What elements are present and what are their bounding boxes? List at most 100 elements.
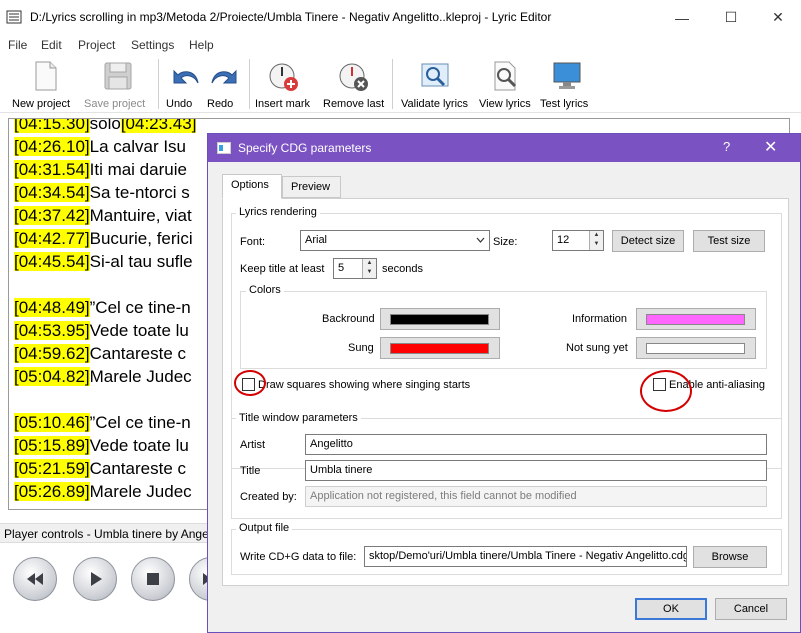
keep-title-spinner[interactable]: ▲ ▼	[362, 259, 376, 278]
save-project-button[interactable]: Save project	[84, 59, 152, 113]
tab-options[interactable]: Options	[222, 174, 282, 199]
sung-color-button[interactable]	[380, 337, 500, 359]
validate-lyrics-button[interactable]: Validate lyrics	[401, 59, 469, 113]
spin-up-icon: ▲	[366, 260, 373, 266]
player-controls	[0, 543, 233, 633]
undo-button[interactable]: Undo	[166, 59, 204, 113]
spin-down-icon: ▼	[366, 269, 373, 275]
menubar: File Edit Project Settings Help	[0, 35, 801, 55]
keep-title-label: Keep title at least	[240, 263, 325, 275]
information-label: Information	[572, 313, 628, 325]
not-sung-label: Not sung yet	[566, 342, 628, 354]
lyric-line: [04:15.30]solo[04:23.43]	[14, 119, 197, 134]
play-icon	[91, 572, 102, 586]
seconds-label: seconds	[382, 263, 423, 275]
font-select[interactable]: Arial	[300, 230, 490, 251]
size-spinner[interactable]: ▲ ▼	[589, 231, 603, 250]
menu-project[interactable]: Project	[78, 38, 115, 52]
output-path-field[interactable]: sktop/Demo'uri/Umbla tinere/Umbla Tinere…	[364, 546, 687, 567]
not-sung-color-button[interactable]	[636, 337, 756, 359]
detect-size-button[interactable]: Detect size	[612, 230, 684, 252]
lyric-line: [05:26.89]Marele Judec	[14, 482, 192, 501]
sung-label: Sung	[348, 342, 374, 354]
title-window-label: Title window parameters	[236, 412, 361, 424]
help-button[interactable]: ?	[723, 139, 730, 154]
new-project-button[interactable]: New project	[12, 59, 78, 113]
player-controls-label: Player controls - Umbla tinere by Angeli…	[0, 523, 210, 543]
stopwatch-remove-icon	[339, 63, 368, 91]
stop-button[interactable]	[131, 557, 175, 601]
window-title: D:/Lyrics scrolling in mp3/Metoda 2/Proi…	[30, 10, 552, 24]
lyric-line: [04:26.10]La calvar Isu	[14, 137, 187, 156]
backround-color-button[interactable]	[380, 308, 500, 330]
window-titlebar: D:/Lyrics scrolling in mp3/Metoda 2/Proi…	[0, 0, 801, 35]
title-label: Title	[240, 465, 261, 477]
minimize-button[interactable]: —	[659, 0, 705, 35]
play-button[interactable]	[73, 557, 117, 601]
test-size-button[interactable]: Test size	[693, 230, 765, 252]
rewind-icon	[27, 573, 43, 585]
new-document-icon	[35, 61, 57, 91]
monitor-icon	[553, 62, 581, 89]
lyric-line: [05:04.82]Marele Judec	[14, 367, 192, 386]
backround-color-swatch	[390, 314, 489, 325]
lyric-line: [04:34.54]Sa te-ntorci s	[14, 183, 190, 202]
cdg-parameters-dialog: Specify CDG parameters ? ✕ Options Previ…	[207, 133, 801, 633]
chevron-down-icon	[476, 237, 485, 243]
font-label: Font:	[240, 236, 266, 248]
browse-button[interactable]: Browse	[693, 546, 767, 568]
toolbar-separator	[158, 59, 159, 109]
insert-mark-button[interactable]: Insert mark	[255, 59, 313, 113]
remove-last-button[interactable]: Remove last	[323, 59, 385, 113]
floppy-disk-icon	[104, 62, 132, 90]
stop-icon	[147, 573, 159, 585]
options-panel: Lyrics rendering Font: Arial Size: 12 ▲ ▼…	[222, 198, 789, 586]
lyric-line: [04:31.54]Iti mai daruie	[14, 160, 187, 179]
menu-edit[interactable]: Edit	[41, 38, 62, 52]
information-color-button[interactable]	[636, 308, 756, 330]
menu-settings[interactable]: Settings	[131, 38, 174, 52]
undo-arrow-icon	[173, 69, 199, 84]
maximize-button[interactable]: ☐	[708, 0, 754, 35]
output-file-label: Output file	[236, 522, 293, 534]
stopwatch-add-icon	[269, 63, 298, 91]
size-label: Size:	[493, 236, 518, 248]
artist-field[interactable]: Angelitto	[305, 434, 767, 455]
lyric-line: [05:10.46]”Cel ce tine-n	[14, 413, 191, 432]
spin-down-icon: ▼	[593, 241, 600, 247]
title-field[interactable]: Umbla tinere	[305, 460, 767, 481]
spin-up-icon: ▲	[593, 232, 600, 238]
lyric-line: [04:48.49]”Cel ce tine-n	[14, 298, 191, 317]
size-spinbox[interactable]: 12 ▲ ▼	[552, 230, 604, 251]
cancel-button[interactable]: Cancel	[715, 598, 787, 620]
rewind-button[interactable]	[13, 557, 57, 601]
lyric-line: [04:53.95]Vede toate lu	[14, 321, 189, 340]
view-document-icon	[494, 61, 517, 91]
dialog-close-button[interactable]: ✕	[764, 137, 777, 157]
sung-color-swatch	[390, 343, 489, 354]
lyric-line: [04:45.54]Si-al tau sufle	[14, 252, 193, 271]
ok-button[interactable]: OK	[635, 598, 707, 620]
annotation-circle	[234, 370, 266, 396]
not-sung-color-swatch	[646, 343, 745, 354]
view-lyrics-button[interactable]: View lyrics	[479, 59, 531, 113]
toolbar-separator	[392, 59, 393, 109]
created-by-label: Created by:	[240, 491, 297, 503]
validate-magnifier-icon	[421, 63, 449, 87]
test-lyrics-button[interactable]: Test lyrics	[540, 59, 594, 113]
menu-file[interactable]: File	[8, 38, 27, 52]
lyrics-rendering-label: Lyrics rendering	[236, 206, 320, 218]
menu-help[interactable]: Help	[189, 38, 214, 52]
dialog-titlebar: Specify CDG parameters ? ✕	[208, 134, 800, 162]
dialog-app-icon	[217, 142, 231, 154]
close-window-button[interactable]: ✕	[755, 0, 801, 35]
tab-preview[interactable]: Preview	[282, 176, 341, 198]
redo-button[interactable]: Redo	[207, 59, 243, 113]
draw-squares-label: Draw squares showing where singing start…	[258, 379, 471, 391]
backround-label: Backround	[322, 313, 375, 325]
toolbar: New project Save project Undo Redo Inser…	[0, 55, 801, 113]
keep-title-spinbox[interactable]: 5 ▲ ▼	[333, 258, 377, 279]
colors-label: Colors	[246, 284, 284, 296]
write-cdg-label: Write CD+G data to file:	[240, 551, 357, 563]
lyric-line: [05:15.89]Vede toate lu	[14, 436, 189, 455]
